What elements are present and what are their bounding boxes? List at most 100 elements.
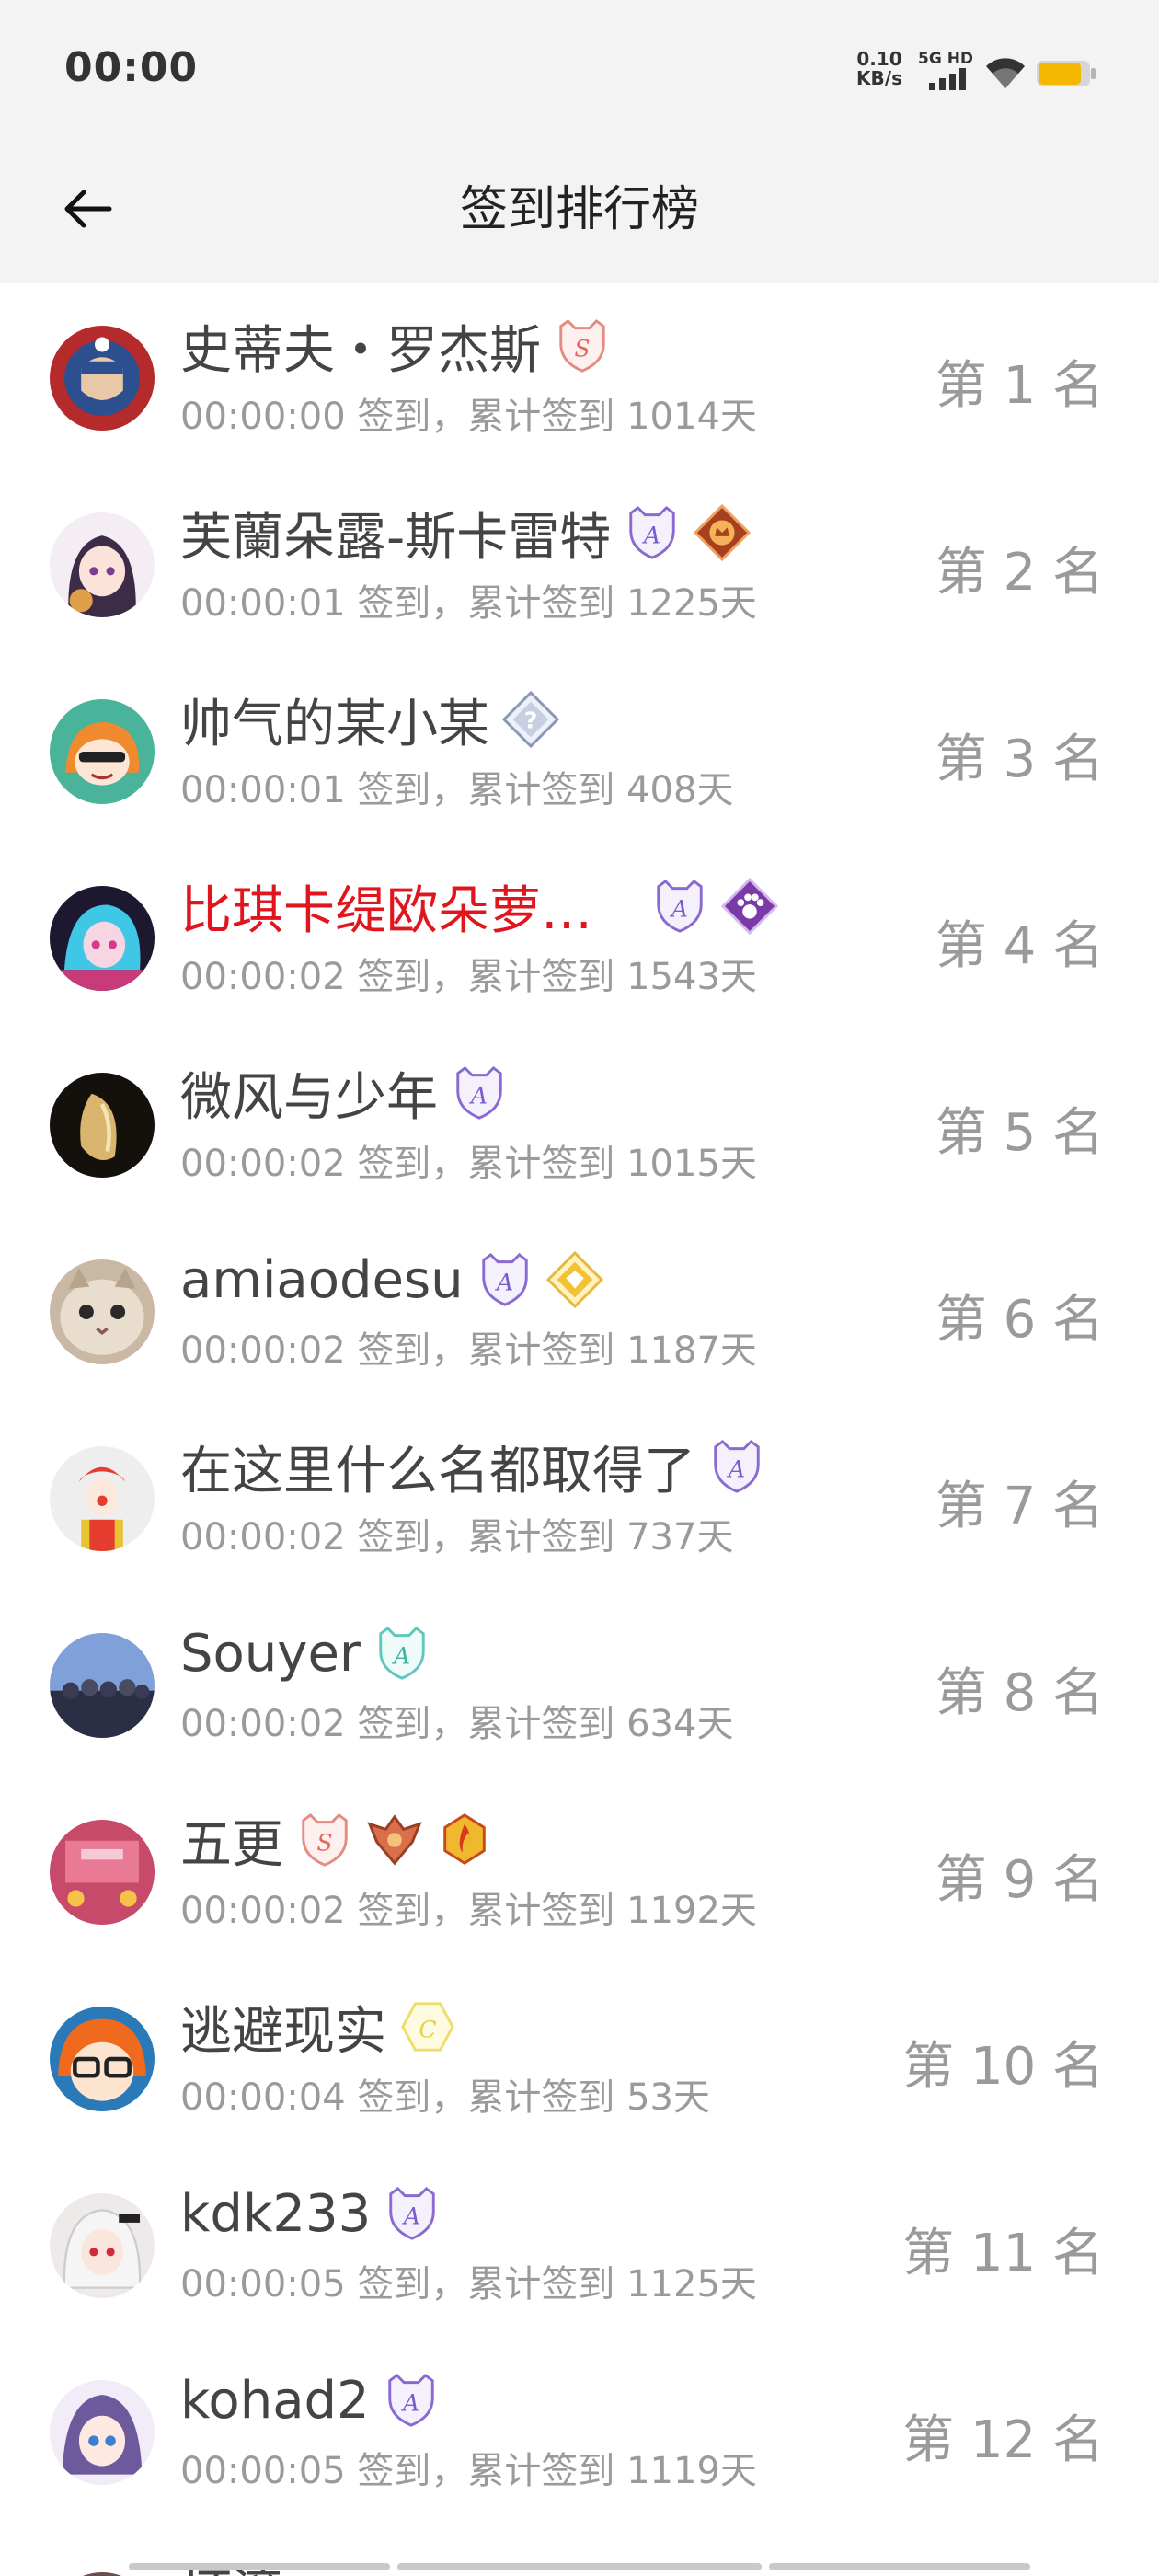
user-avatar[interactable] [50,2193,155,2298]
user-avatar[interactable] [50,1446,155,1551]
medal-a-purple-icon[interactable]: A [651,878,708,935]
ranking-row[interactable]: 比琪卡缇欧朵萝… A 00:00:02 签到，累计签到 1543天第 4 名 [0,844,1159,1030]
status-bar: 00:00 0.10 KB/s 5G HD [0,0,1159,138]
rank-label: 第 8 名 [935,1663,1104,1723]
user-name[interactable]: amiaodesu [180,1250,464,1310]
medal-a-purple-icon[interactable]: A [384,2185,441,2242]
rank-label: 第 1 名 [935,356,1104,416]
checkin-label: 签到，累计签到 [345,1516,627,1558]
user-name[interactable]: 史蒂夫・罗杰斯 [180,309,541,384]
app-header: 签到排行榜 [0,138,1159,283]
ranking-row[interactable]: Souyer A 00:00:02 签到，累计签到 634天 第 8 名 [0,1591,1159,1777]
checkin-info: 00:00:04 签到，累计签到 53天 [180,2067,710,2121]
user-avatar[interactable] [50,1633,155,1738]
user-name[interactable]: 帅气的某小某 [180,683,489,757]
user-avatar[interactable] [50,2380,155,2485]
rank-label: 第 9 名 [935,1850,1104,1910]
medal-c-yellow-icon[interactable]: C [399,1998,456,2055]
ranking-row[interactable]: 在这里什么名都取得了 A 00:00:02 签到，累计签到 737天 第 7 名 [0,1404,1159,1591]
checkin-info: 00:00:00 签到，累计签到 1014天 [180,386,757,440]
user-avatar[interactable] [50,1820,155,1925]
svg-text:S: S [574,336,590,362]
checkin-info: 00:00:05 签到，累计签到 1119天 [180,2441,757,2494]
total-days: 1187天 [626,1329,757,1372]
medal-paw-purple-icon[interactable] [721,878,778,935]
medal-a-purple-icon[interactable]: A [624,504,681,561]
medal-a-purple-icon[interactable]: A [476,1251,534,1308]
page-title: 签到排行榜 [459,182,699,237]
medal-question-gray-icon[interactable]: ? [502,691,559,748]
user-avatar[interactable] [50,886,155,991]
ranking-row[interactable]: 五更 S 00:00:02 签到，累计签到 1192天第 9 名 [0,1777,1159,1964]
checkin-label: 签到，累计签到 [345,396,627,438]
avatar-image [50,2193,155,2298]
medal-s-pink-icon[interactable]: S [296,1811,353,1869]
rank-label: 第 11 名 [902,2224,1104,2283]
checkin-info: 00:00:01 签到，累计签到 408天 [180,760,733,813]
user-name[interactable]: 在这里什么名都取得了 [180,1430,695,1504]
name-line: 微风与少年 A [180,1060,508,1128]
rank-label: 第 5 名 [935,1103,1104,1163]
user-avatar[interactable] [50,512,155,617]
user-avatar[interactable] [50,2007,155,2111]
medal-a-purple-icon[interactable]: A [451,1064,508,1121]
user-avatar[interactable] [50,326,155,431]
name-line: 五更 S [180,1807,493,1875]
network-speed-value: 0.10 [856,48,902,70]
user-name[interactable]: 逃避现实 [180,1990,386,2064]
user-name[interactable]: 微风与少年 [180,1056,438,1131]
total-days: 1543天 [626,956,757,998]
user-name[interactable]: kdk233 [180,2184,371,2244]
medal-gold-diamond-icon[interactable] [545,1251,603,1308]
battery-icon [1037,61,1096,86]
user-name[interactable]: 比琪卡缇欧朵萝… [180,869,592,944]
checkin-time: 00:00:00 [180,396,346,438]
total-days: 1015天 [626,1143,757,1185]
ranking-row[interactable]: 史蒂夫・罗杰斯 S 00:00:00 签到，累计签到 1014天第 1 名 [0,283,1159,470]
ranking-row[interactable]: 逃避现实 C 00:00:04 签到，累计签到 53天 第 10 名 [0,1964,1159,2151]
medal-flame-gold-icon[interactable] [436,1811,493,1869]
checkin-time: 00:00:05 [180,2263,346,2306]
user-name[interactable]: 五更 [180,1803,283,1878]
rank-label: 第 3 名 [935,730,1104,789]
checkin-label: 签到，累计签到 [345,1143,627,1185]
total-days: 1225天 [626,582,757,625]
user-name[interactable]: 芙蘭朵露-斯卡雷特 [180,496,611,570]
ranking-row[interactable]: kohad2 A 00:00:05 签到，累计签到 1119天 第 12 名 [0,2338,1159,2524]
user-avatar[interactable] [50,1073,155,1178]
rank-label: 第 10 名 [902,2037,1104,2097]
avatar-image [50,1259,155,1364]
ranking-row[interactable]: kdk233 A 00:00:05 签到，累计签到 1125天 第 11 名 [0,2151,1159,2338]
name-line: 比琪卡缇欧朵萝… A [180,873,778,941]
ranking-row[interactable]: 微风与少年 A 00:00:02 签到，累计签到 1015天第 5 名 [0,1030,1159,1217]
rank-label: 第 7 名 [935,1477,1104,1536]
name-line: kohad2 A [180,2367,440,2433]
ranking-row[interactable]: 芙蘭朵露-斯卡雷特 A 00:00:01 签到，累计签到 1225天第 2 名 [0,470,1159,657]
svg-text:A: A [727,1456,745,1483]
medal-wings-bronze-icon[interactable] [366,1811,423,1869]
medal-a-purple-icon[interactable]: A [383,2372,440,2429]
avatar-image [50,2007,155,2111]
checkin-label: 签到，累计签到 [345,2263,627,2306]
avatar-image [50,1073,155,1178]
ranking-row[interactable]: amiaodesu A 00:00:02 签到，累计签到 1187天 第 6 名 [0,1217,1159,1404]
medal-crown-orange-icon[interactable] [694,504,752,561]
user-name[interactable]: Souyer [180,1624,361,1684]
total-days: 1014天 [626,396,757,438]
user-avatar[interactable] [50,1259,155,1364]
ranking-row[interactable]: 帅气的某小某? 00:00:01 签到，累计签到 408天 第 3 名 [0,657,1159,844]
total-days: 1192天 [626,1890,757,1932]
checkin-time: 00:00:01 [180,769,346,811]
checkin-info: 00:00:02 签到，累计签到 1192天 [180,1880,757,1934]
name-line: 史蒂夫・罗杰斯 S [180,313,611,381]
total-days: 1119天 [626,2450,757,2492]
checkin-info: 00:00:02 签到，累计签到 1187天 [180,1320,757,1374]
avatar [50,2572,155,2576]
wifi-icon [986,58,1025,88]
scroll-indicator [129,2563,390,2570]
user-name[interactable]: kohad2 [180,2371,370,2431]
medal-s-pink-icon[interactable]: S [554,317,611,374]
medal-a-purple-icon[interactable]: A [708,1438,765,1495]
user-avatar[interactable] [50,699,155,804]
medal-a-teal-icon[interactable]: A [373,1625,430,1682]
